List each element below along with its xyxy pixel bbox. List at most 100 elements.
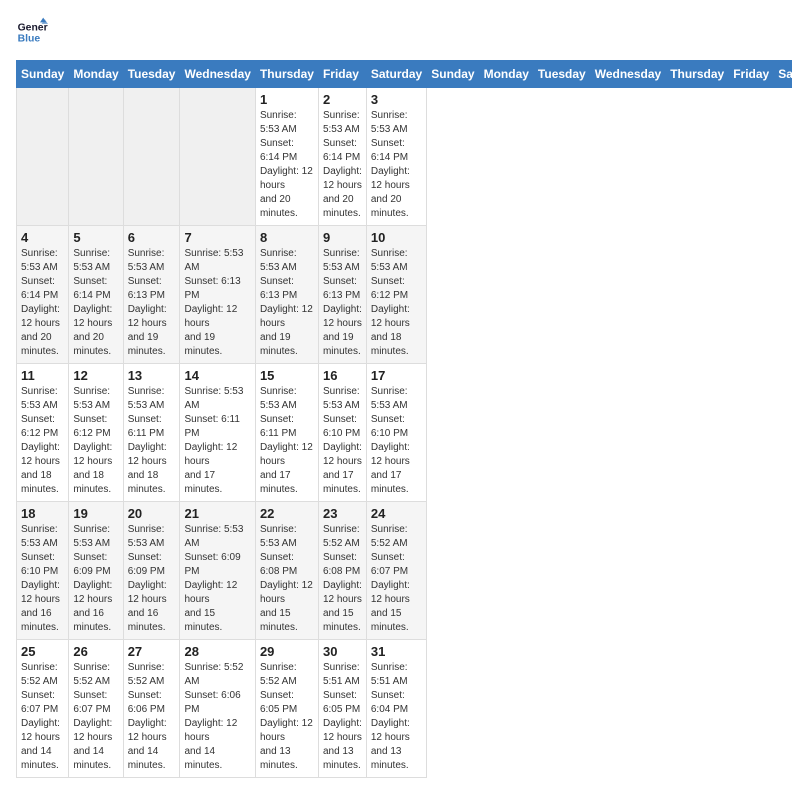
day-number: 21 <box>184 506 250 521</box>
day-info: Sunrise: 5:53 AM Sunset: 6:13 PM Dayligh… <box>323 247 362 359</box>
day-number: 7 <box>184 230 250 245</box>
day-number: 6 <box>128 230 176 245</box>
calendar-week-row: 11 Sunrise: 5:53 AM Sunset: 6:12 PM Dayli… <box>17 364 792 502</box>
day-info: Sunrise: 5:53 AM Sunset: 6:13 PM Dayligh… <box>184 247 250 359</box>
day-info: Sunrise: 5:53 AM Sunset: 6:10 PM Dayligh… <box>323 385 362 497</box>
day-number: 18 <box>21 506 64 521</box>
col-header-saturday: Saturday <box>774 61 792 88</box>
calendar-cell <box>180 88 255 226</box>
day-info: Sunrise: 5:53 AM Sunset: 6:09 PM Dayligh… <box>128 523 176 635</box>
calendar-cell: 9 Sunrise: 5:53 AM Sunset: 6:13 PM Daylig… <box>318 226 366 364</box>
calendar-cell: 22 Sunrise: 5:53 AM Sunset: 6:08 PM Dayli… <box>255 502 318 640</box>
header-sunday: Sunday <box>17 61 69 88</box>
day-number: 26 <box>73 644 118 659</box>
calendar-cell: 31 Sunrise: 5:51 AM Sunset: 6:04 PM Dayli… <box>366 640 426 778</box>
day-number: 13 <box>128 368 176 383</box>
header-friday: Friday <box>318 61 366 88</box>
day-info: Sunrise: 5:53 AM Sunset: 6:12 PM Dayligh… <box>73 385 118 497</box>
day-info: Sunrise: 5:51 AM Sunset: 6:05 PM Dayligh… <box>323 661 362 773</box>
calendar-cell: 21 Sunrise: 5:53 AM Sunset: 6:09 PM Dayli… <box>180 502 255 640</box>
day-info: Sunrise: 5:53 AM Sunset: 6:10 PM Dayligh… <box>21 523 64 635</box>
calendar-cell: 12 Sunrise: 5:53 AM Sunset: 6:12 PM Dayli… <box>69 364 123 502</box>
day-number: 9 <box>323 230 362 245</box>
day-number: 10 <box>371 230 422 245</box>
header-thursday: Thursday <box>255 61 318 88</box>
day-info: Sunrise: 5:53 AM Sunset: 6:14 PM Dayligh… <box>21 247 64 359</box>
calendar-cell <box>123 88 180 226</box>
day-number: 16 <box>323 368 362 383</box>
calendar-cell: 15Sunrise: 5:53 AM Sunset: 6:11 PM Dayli… <box>255 364 318 502</box>
day-info: Sunrise: 5:51 AM Sunset: 6:04 PM Dayligh… <box>371 661 422 773</box>
day-info: Sunrise: 5:53 AM Sunset: 6:14 PM Dayligh… <box>260 109 314 221</box>
calendar-cell: 16 Sunrise: 5:53 AM Sunset: 6:10 PM Dayli… <box>318 364 366 502</box>
calendar-cell: 23 Sunrise: 5:52 AM Sunset: 6:08 PM Dayli… <box>318 502 366 640</box>
day-info: Sunrise: 5:52 AM Sunset: 6:07 PM Dayligh… <box>371 523 422 635</box>
day-info: Sunrise: 5:52 AM Sunset: 6:07 PM Dayligh… <box>21 661 64 773</box>
day-number: 25 <box>21 644 64 659</box>
calendar-cell <box>17 88 69 226</box>
calendar-cell: 19Sunrise: 5:53 AM Sunset: 6:09 PM Dayli… <box>69 502 123 640</box>
day-number: 19 <box>73 506 118 521</box>
day-info: Sunrise: 5:53 AM Sunset: 6:10 PM Dayligh… <box>371 385 422 497</box>
day-number: 27 <box>128 644 176 659</box>
day-number: 22 <box>260 506 314 521</box>
calendar-cell: 17 Sunrise: 5:53 AM Sunset: 6:10 PM Dayli… <box>366 364 426 502</box>
header-tuesday: Tuesday <box>123 61 180 88</box>
calendar-cell: 7 Sunrise: 5:53 AM Sunset: 6:13 PM Daylig… <box>180 226 255 364</box>
day-number: 15 <box>260 368 314 383</box>
col-header-friday: Friday <box>729 61 774 88</box>
calendar-cell <box>69 88 123 226</box>
day-info: Sunrise: 5:53 AM Sunset: 6:12 PM Dayligh… <box>21 385 64 497</box>
logo: General Blue <box>16 16 48 48</box>
calendar-cell: 28 Sunrise: 5:52 AM Sunset: 6:06 PM Dayli… <box>180 640 255 778</box>
calendar-cell: 29 Sunrise: 5:52 AM Sunset: 6:05 PM Dayli… <box>255 640 318 778</box>
day-info: Sunrise: 5:53 AM Sunset: 6:13 PM Dayligh… <box>260 247 314 359</box>
day-number: 4 <box>21 230 64 245</box>
day-info: Sunrise: 5:52 AM Sunset: 6:07 PM Dayligh… <box>73 661 118 773</box>
day-number: 20 <box>128 506 176 521</box>
day-number: 2 <box>323 92 362 107</box>
day-info: Sunrise: 5:53 AM Sunset: 6:09 PM Dayligh… <box>184 523 250 635</box>
day-info: Sunrise: 5:52 AM Sunset: 6:08 PM Dayligh… <box>323 523 362 635</box>
day-info: Sunrise: 5:53 AM Sunset: 6:14 PM Dayligh… <box>73 247 118 359</box>
calendar-week-row: 25 Sunrise: 5:52 AM Sunset: 6:07 PM Dayli… <box>17 640 792 778</box>
calendar-cell: 24Sunrise: 5:52 AM Sunset: 6:07 PM Dayli… <box>366 502 426 640</box>
day-number: 23 <box>323 506 362 521</box>
day-info: Sunrise: 5:52 AM Sunset: 6:05 PM Dayligh… <box>260 661 314 773</box>
calendar-cell: 4 Sunrise: 5:53 AM Sunset: 6:14 PM Daylig… <box>17 226 69 364</box>
calendar-cell: 27 Sunrise: 5:52 AM Sunset: 6:06 PM Dayli… <box>123 640 180 778</box>
calendar-cell: 6Sunrise: 5:53 AM Sunset: 6:13 PM Daylig… <box>123 226 180 364</box>
calendar-week-row: 1 Sunrise: 5:53 AM Sunset: 6:14 PM Daylig… <box>17 88 792 226</box>
day-number: 17 <box>371 368 422 383</box>
day-number: 29 <box>260 644 314 659</box>
calendar-cell: 18 Sunrise: 5:53 AM Sunset: 6:10 PM Dayli… <box>17 502 69 640</box>
day-info: Sunrise: 5:53 AM Sunset: 6:08 PM Dayligh… <box>260 523 314 635</box>
col-header-sunday: Sunday <box>427 61 479 88</box>
calendar-week-row: 4 Sunrise: 5:53 AM Sunset: 6:14 PM Daylig… <box>17 226 792 364</box>
calendar-table: SundayMondayTuesdayWednesdayThursdayFrid… <box>16 60 792 778</box>
calendar-header-row: SundayMondayTuesdayWednesdayThursdayFrid… <box>17 61 792 88</box>
header-saturday: Saturday <box>366 61 426 88</box>
day-info: Sunrise: 5:52 AM Sunset: 6:06 PM Dayligh… <box>184 661 250 773</box>
day-number: 12 <box>73 368 118 383</box>
day-info: Sunrise: 5:53 AM Sunset: 6:11 PM Dayligh… <box>184 385 250 497</box>
calendar-cell: 1 Sunrise: 5:53 AM Sunset: 6:14 PM Daylig… <box>255 88 318 226</box>
header-monday: Monday <box>69 61 123 88</box>
day-number: 1 <box>260 92 314 107</box>
col-header-tuesday: Tuesday <box>533 61 590 88</box>
calendar-cell: 30 Sunrise: 5:51 AM Sunset: 6:05 PM Dayli… <box>318 640 366 778</box>
col-header-thursday: Thursday <box>666 61 729 88</box>
day-number: 11 <box>21 368 64 383</box>
header-wednesday: Wednesday <box>180 61 255 88</box>
calendar-week-row: 18 Sunrise: 5:53 AM Sunset: 6:10 PM Dayli… <box>17 502 792 640</box>
day-info: Sunrise: 5:52 AM Sunset: 6:06 PM Dayligh… <box>128 661 176 773</box>
day-number: 14 <box>184 368 250 383</box>
day-number: 31 <box>371 644 422 659</box>
day-info: Sunrise: 5:53 AM Sunset: 6:14 PM Dayligh… <box>323 109 362 221</box>
calendar-cell: 25 Sunrise: 5:52 AM Sunset: 6:07 PM Dayli… <box>17 640 69 778</box>
day-number: 28 <box>184 644 250 659</box>
calendar-cell: 3Sunrise: 5:53 AM Sunset: 6:14 PM Daylig… <box>366 88 426 226</box>
day-number: 3 <box>371 92 422 107</box>
day-number: 30 <box>323 644 362 659</box>
logo-icon: General Blue <box>16 16 48 48</box>
